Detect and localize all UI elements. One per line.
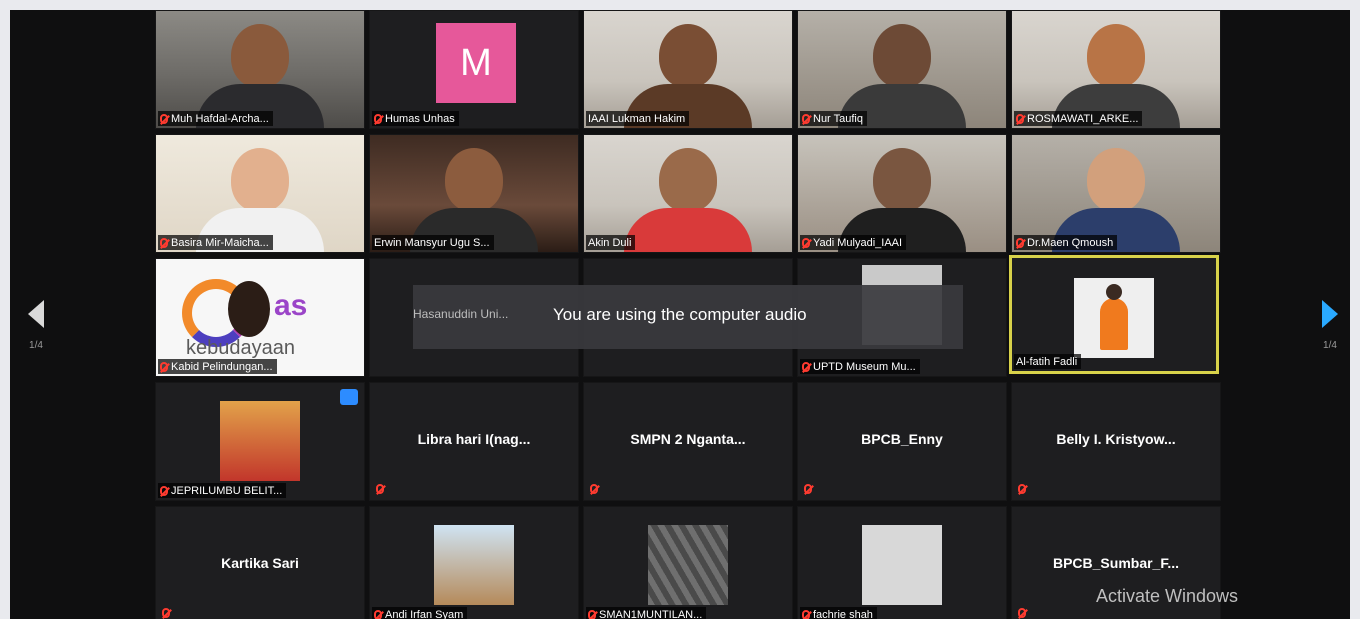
mic-muted-icon [1016,114,1024,124]
participant-name: SMPN 2 Nganta... [630,431,746,447]
audio-notification-toast: Hasanuddin Uni... You are using the comp… [413,285,963,349]
participant-tile[interactable]: BPCB_Enny [797,382,1007,501]
participant-tile[interactable]: Basira Mir-Maicha... [155,134,365,253]
mic-muted-icon [802,362,810,372]
participant-label: SMAN1MUNTILAN... [586,607,707,619]
windows-activation-watermark: Activate Windows [1095,586,1238,606]
mic-muted-icon [160,114,168,124]
participant-tile[interactable]: Kartika Sari [155,506,365,619]
page-indicator-left: 1/4 [29,340,43,351]
mic-muted-icon [588,610,596,619]
participant-label: Erwin Mansyur Ugu S... [372,235,494,250]
participant-thumbnail [434,525,514,605]
mic-muted-icon [376,484,384,494]
participant-tile[interactable]: Andi Irfan Syam [369,506,579,619]
participant-name: BPCB_Enny [861,431,943,447]
mic-muted-icon [374,610,382,619]
participant-label: Basira Mir-Maicha... [158,235,273,250]
page-indicator-right: 1/4 [1323,340,1337,351]
participant-label: Kabid Pelindungan... [158,359,277,374]
chevron-left-icon [28,300,44,328]
participant-tile[interactable]: Muh Hafdal-Archa... [155,10,365,129]
mic-muted-icon [160,362,168,372]
mic-muted-icon [1018,484,1026,494]
participant-tile[interactable]: fachrie shah [797,506,1007,619]
toast-message: You are using the computer audio [553,305,807,324]
participant-label: Humas Unhas [372,111,459,126]
mic-muted-icon [162,608,170,618]
participant-name: Kartika Sari [221,555,299,571]
chat-icon[interactable] [340,389,358,405]
mic-muted-icon [160,486,168,496]
participant-thumbnail [862,525,942,605]
participant-label: ROSMAWATI_ARKE... [1014,111,1143,126]
chevron-right-icon [1322,300,1338,328]
mic-muted-icon [1018,608,1026,618]
participant-tile[interactable]: Belly I. Kristyow... [1011,382,1221,501]
participant-tile[interactable]: Erwin Mansyur Ugu S... [369,134,579,253]
participant-label: Nur Taufiq [800,111,867,126]
participant-label: Dr.Maen Qmoush [1014,235,1118,250]
overlay-participant-name: Hasanuddin Uni... [413,307,509,321]
participant-tile[interactable]: Nur Taufiq [797,10,1007,129]
participant-label: Yadi Mulyadi_IAAI [800,235,907,250]
participant-thumbnail [648,525,728,605]
participant-tile[interactable]: Yadi Mulyadi_IAAI [797,134,1007,253]
participant-tile[interactable]: Libra hari I(nag... [369,382,579,501]
participant-label: UPTD Museum Mu... [800,359,920,374]
mic-muted-icon [802,610,810,619]
logo-subtext: kebudayaan [186,337,295,359]
participant-face [228,281,270,337]
mic-muted-icon [1016,238,1024,248]
participant-label: Al-fatih Fadli [1014,354,1082,369]
participant-label: IAAI Lukman Hakim [586,111,690,126]
participant-tile[interactable]: Dr.Maen Qmoush [1011,134,1221,253]
participant-thumbnail [220,401,300,481]
participant-tile[interactable]: SMAN1MUNTILAN... [583,506,793,619]
participant-label: Akin Duli [586,235,636,250]
zoom-gallery-view: 1/4 1/4 Muh Hafdal-Archa... M Humas Unha… [10,10,1350,619]
participant-tile[interactable]: Akin Duli [583,134,793,253]
participant-name: BPCB_Sumbar_F... [1052,555,1180,571]
avatar: M [436,23,516,103]
participant-thumbnail [1074,278,1154,358]
logo-text: as [274,289,308,322]
mic-muted-icon [590,484,598,494]
mic-muted-icon [802,238,810,248]
active-speaker-tile[interactable]: Al-fatih Fadli [1009,255,1219,374]
participant-tile[interactable]: M Humas Unhas [369,10,579,129]
participant-tile[interactable]: SMPN 2 Nganta... [583,382,793,501]
participant-tile[interactable]: as kebudayaan Kabid Pelindungan... [155,258,365,377]
participant-tile[interactable]: ROSMAWATI_ARKE... [1011,10,1221,129]
participant-label: JEPRILUMBU BELIT... [158,483,287,498]
participant-label: Andi Irfan Syam [372,607,468,619]
next-page-button[interactable]: 1/4 [1310,300,1350,351]
participant-name: Libra hari I(nag... [417,431,531,447]
participant-name: Belly I. Kristyow... [1056,431,1176,447]
previous-page-button[interactable]: 1/4 [16,300,56,351]
mic-muted-icon [160,238,168,248]
participant-label: fachrie shah [800,607,877,619]
participant-label: Muh Hafdal-Archa... [158,111,273,126]
participant-tile[interactable]: JEPRILUMBU BELIT... [155,382,365,501]
mic-muted-icon [804,484,812,494]
participant-tile[interactable]: IAAI Lukman Hakim [583,10,793,129]
mic-muted-icon [374,114,382,124]
mic-muted-icon [802,114,810,124]
